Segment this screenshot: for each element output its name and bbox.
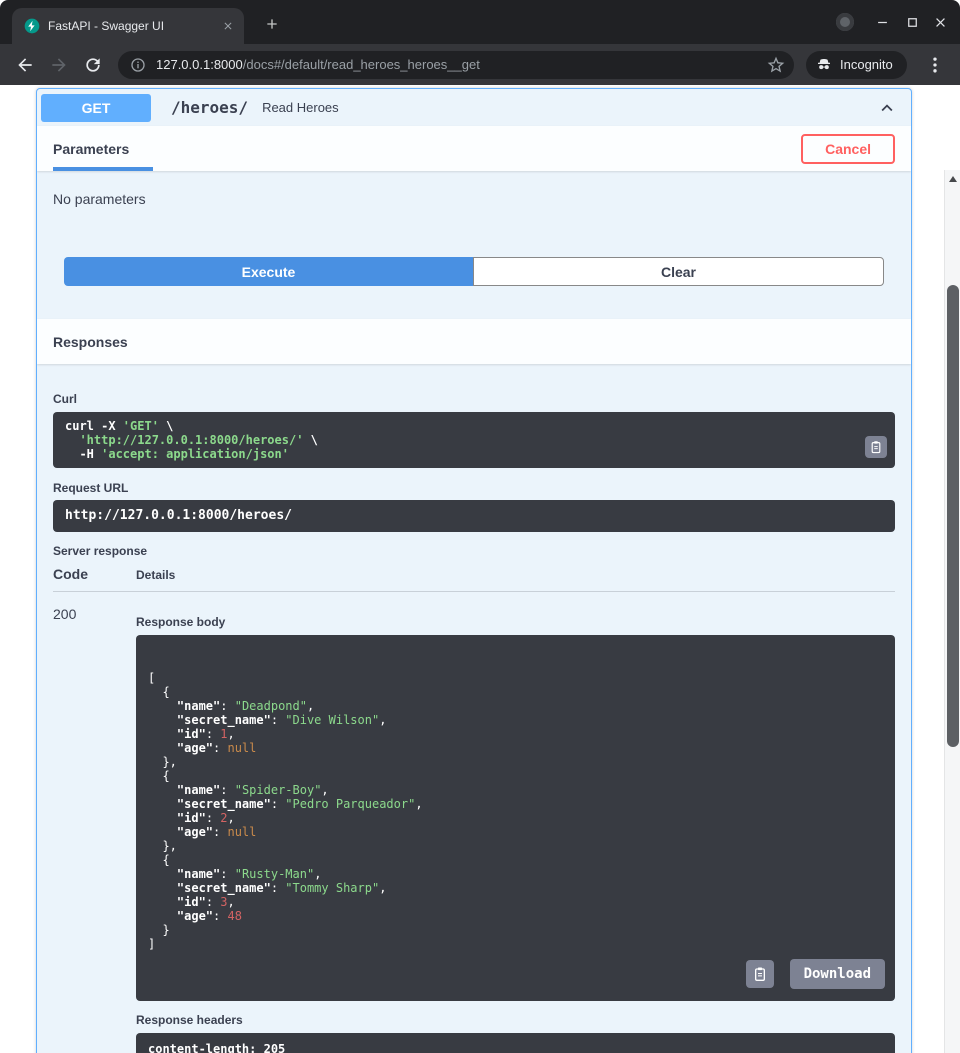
execute-button[interactable]: Execute bbox=[64, 257, 473, 286]
browser-status-icon[interactable] bbox=[836, 13, 854, 31]
url-path: /docs#/default/read_heroes_heroes__get bbox=[243, 57, 480, 72]
url-bar[interactable]: 127.0.0.1:8000/docs#/default/read_heroes… bbox=[118, 51, 794, 79]
url-text: 127.0.0.1:8000/docs#/default/read_heroes… bbox=[156, 57, 766, 72]
url-host: 127.0.0.1:8000 bbox=[156, 57, 243, 72]
clear-button[interactable]: Clear bbox=[473, 257, 884, 286]
incognito-label: Incognito bbox=[840, 57, 893, 72]
curl-label: Curl bbox=[53, 392, 895, 406]
table-header-row: Code Details bbox=[53, 566, 895, 592]
download-button[interactable]: Download bbox=[790, 959, 885, 989]
forward-arrow-icon bbox=[49, 55, 69, 75]
maximize-button[interactable] bbox=[904, 14, 920, 30]
chevron-up-icon bbox=[876, 97, 898, 119]
response-body-controls: Download bbox=[746, 959, 885, 989]
body-copy-button[interactable] bbox=[746, 960, 774, 988]
opblock-get-heroes: GET /heroes/ Read Heroes Parameters Canc… bbox=[36, 88, 912, 1053]
opblock-summary[interactable]: GET /heroes/ Read Heroes bbox=[37, 89, 911, 126]
status-code: 200 bbox=[53, 606, 136, 622]
parameters-title: Parameters bbox=[53, 141, 129, 157]
endpoint-path: /heroes/ bbox=[171, 98, 248, 117]
scroll-thumb[interactable] bbox=[947, 285, 959, 747]
browser-toolbar: 127.0.0.1:8000/docs#/default/read_heroes… bbox=[0, 44, 960, 85]
server-response-label: Server response bbox=[53, 544, 895, 558]
reload-button[interactable] bbox=[76, 48, 110, 82]
responses-title: Responses bbox=[53, 334, 128, 350]
parameters-tab: Parameters bbox=[53, 126, 145, 171]
clipboard-icon bbox=[752, 966, 768, 982]
back-button[interactable] bbox=[8, 48, 42, 82]
scroll-up-arrow[interactable] bbox=[949, 176, 957, 182]
site-info-icon[interactable] bbox=[130, 57, 146, 73]
reload-icon bbox=[83, 55, 103, 75]
no-parameters-text: No parameters bbox=[37, 171, 911, 207]
method-badge: GET bbox=[41, 94, 151, 122]
close-button[interactable] bbox=[932, 14, 948, 30]
incognito-icon bbox=[815, 56, 833, 74]
menu-button[interactable] bbox=[918, 48, 952, 82]
bookmark-star-icon[interactable] bbox=[766, 55, 786, 75]
response-headers-code: content-length: 205 content-type: applic… bbox=[136, 1033, 895, 1053]
clipboard-icon bbox=[869, 440, 883, 454]
back-arrow-icon bbox=[15, 55, 35, 75]
endpoint-summary: Read Heroes bbox=[262, 100, 339, 115]
cancel-button[interactable]: Cancel bbox=[801, 134, 895, 164]
minimize-button[interactable] bbox=[874, 14, 890, 30]
responses-header: Responses bbox=[37, 319, 911, 364]
collapse-button[interactable] bbox=[875, 96, 899, 120]
details-column-header: Details bbox=[136, 568, 895, 582]
new-tab-button[interactable] bbox=[260, 12, 284, 36]
server-response-table: Code Details 200 Response body [ { "name… bbox=[53, 566, 895, 1053]
response-body-label: Response body bbox=[136, 615, 895, 629]
incognito-badge: Incognito bbox=[806, 51, 907, 79]
tab-close-icon[interactable] bbox=[220, 18, 236, 34]
browser-window: FastAPI - Swagger UI bbox=[0, 0, 960, 1053]
scrollbar[interactable] bbox=[944, 170, 960, 1053]
code-column-header: Code bbox=[53, 566, 136, 582]
execute-row: Execute Clear bbox=[64, 257, 884, 286]
responses-content: Curl curl -X 'GET' \ 'http://127.0.0.1:8… bbox=[37, 364, 911, 1053]
curl-copy-button[interactable] bbox=[865, 436, 887, 458]
request-url-value: http://127.0.0.1:8000/heroes/ bbox=[53, 500, 895, 532]
three-dots-icon bbox=[925, 55, 945, 75]
browser-tab[interactable]: FastAPI - Swagger UI bbox=[12, 8, 244, 44]
browser-titlebar: FastAPI - Swagger UI bbox=[0, 0, 960, 44]
parameters-header: Parameters Cancel bbox=[37, 126, 911, 171]
response-body-block: [ { "name": "Deadpond", "secret_name": "… bbox=[136, 635, 895, 1001]
request-url-label: Request URL bbox=[53, 481, 895, 495]
forward-button[interactable] bbox=[42, 48, 76, 82]
curl-code: curl -X 'GET' \ 'http://127.0.0.1:8000/h… bbox=[53, 412, 895, 468]
response-body-code: [ { "name": "Deadpond", "secret_name": "… bbox=[148, 671, 883, 951]
table-row: 200 Response body [ { "name": "Deadpond"… bbox=[53, 592, 895, 1053]
swagger-page: GET /heroes/ Read Heroes Parameters Canc… bbox=[0, 85, 960, 1053]
response-headers-label: Response headers bbox=[136, 1013, 895, 1027]
tab-title: FastAPI - Swagger UI bbox=[48, 19, 212, 33]
fastapi-favicon-icon bbox=[24, 18, 40, 34]
